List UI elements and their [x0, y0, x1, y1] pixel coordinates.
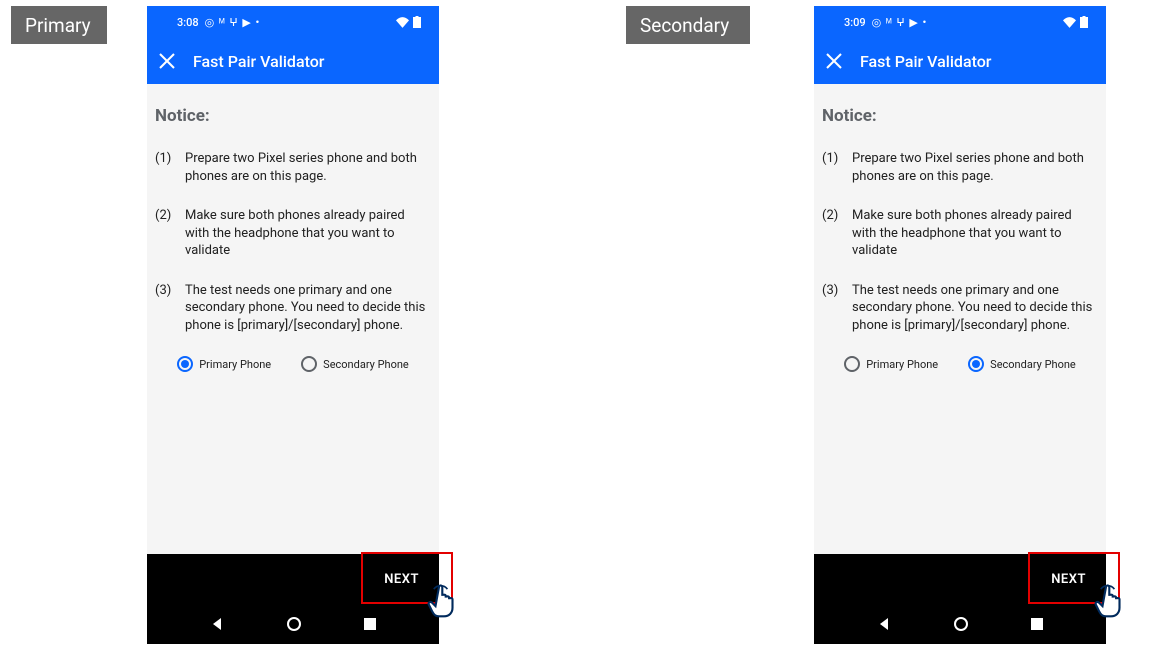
nav-home-icon[interactable] — [954, 617, 968, 631]
phone-screen: 3:08 ◎ ᴹ ⵖ ▶ • Fast Pair Validator Notic… — [147, 6, 439, 644]
notice-text: The test needs one primary and one secon… — [852, 282, 1098, 335]
notice-item: (3) The test needs one primary and one s… — [822, 282, 1098, 335]
next-button[interactable]: NEXT — [364, 554, 439, 604]
bottom-action-bar: NEXT — [147, 554, 439, 604]
notice-list: (1) Prepare two Pixel series phone and b… — [155, 150, 431, 334]
app-bar: Fast Pair Validator — [814, 38, 1106, 84]
app-title: Fast Pair Validator — [860, 52, 991, 71]
notice-text: Prepare two Pixel series phone and both … — [185, 150, 431, 185]
radio-button-icon — [301, 356, 317, 372]
battery-icon — [413, 16, 421, 28]
battery-icon — [1080, 16, 1088, 28]
notice-number: (1) — [822, 150, 842, 185]
close-icon[interactable] — [826, 53, 842, 69]
wifi-icon — [1063, 17, 1076, 28]
nav-recents-icon[interactable] — [1031, 618, 1043, 630]
nav-back-icon[interactable] — [210, 617, 224, 631]
notice-number: (3) — [155, 282, 175, 335]
notice-item: (2) Make sure both phones already paired… — [822, 207, 1098, 260]
status-time: 3:08 — [177, 16, 199, 29]
radio-secondary-phone[interactable]: Secondary Phone — [968, 356, 1076, 372]
notice-item: (1) Prepare two Pixel series phone and b… — [155, 150, 431, 185]
bottom-action-bar: NEXT — [814, 554, 1106, 604]
radio-button-icon — [177, 356, 193, 372]
nav-recents-icon[interactable] — [364, 618, 376, 630]
close-icon[interactable] — [159, 53, 175, 69]
next-button-label: NEXT — [384, 572, 419, 587]
status-right-icons — [1063, 16, 1088, 28]
radio-group: Primary Phone Secondary Phone — [155, 356, 431, 372]
notice-text: Prepare two Pixel series phone and both … — [852, 150, 1098, 185]
status-right-icons — [396, 16, 421, 28]
radio-label: Secondary Phone — [990, 358, 1076, 371]
notice-list: (1) Prepare two Pixel series phone and b… — [822, 150, 1098, 334]
notice-number: (3) — [822, 282, 842, 335]
notice-text: Make sure both phones already paired wit… — [185, 207, 431, 260]
status-bar: 3:09 ◎ ᴹ ⵖ ▶ • — [814, 6, 1106, 38]
radio-primary-phone[interactable]: Primary Phone — [177, 356, 271, 372]
status-bar: 3:08 ◎ ᴹ ⵖ ▶ • — [147, 6, 439, 38]
phone-secondary: 3:09 ◎ ᴹ ⵖ ▶ • Fast Pair Validator Notic… — [814, 6, 1106, 644]
notice-number: (2) — [155, 207, 175, 260]
app-bar: Fast Pair Validator — [147, 38, 439, 84]
notice-text: Make sure both phones already paired wit… — [852, 207, 1098, 260]
radio-button-icon — [968, 356, 984, 372]
radio-label: Primary Phone — [866, 358, 938, 371]
device-label-primary: Primary — [11, 6, 107, 44]
wifi-icon — [396, 17, 409, 28]
notice-text: The test needs one primary and one secon… — [185, 282, 431, 335]
android-nav-bar — [814, 604, 1106, 644]
status-left: 3:08 ◎ ᴹ ⵖ ▶ • — [177, 16, 260, 29]
notice-heading: Notice: — [155, 106, 431, 126]
status-time: 3:09 — [844, 16, 866, 29]
notice-number: (1) — [155, 150, 175, 185]
next-button[interactable]: NEXT — [1031, 554, 1106, 604]
radio-label: Primary Phone — [199, 358, 271, 371]
radio-secondary-phone[interactable]: Secondary Phone — [301, 356, 409, 372]
device-label-secondary: Secondary — [626, 6, 750, 44]
android-nav-bar — [147, 604, 439, 644]
status-notification-icons: ◎ ᴹ ⵖ ▶ • — [872, 16, 928, 29]
radio-group: Primary Phone Secondary Phone — [822, 356, 1098, 372]
device-label-secondary-text: Secondary — [640, 14, 729, 37]
nav-back-icon[interactable] — [877, 617, 891, 631]
notice-heading: Notice: — [822, 106, 1098, 126]
device-label-primary-text: Primary — [25, 14, 91, 37]
notice-item: (2) Make sure both phones already paired… — [155, 207, 431, 260]
next-button-label: NEXT — [1051, 572, 1086, 587]
notice-number: (2) — [822, 207, 842, 260]
status-left: 3:09 ◎ ᴹ ⵖ ▶ • — [844, 16, 927, 29]
status-notification-icons: ◎ ᴹ ⵖ ▶ • — [205, 16, 261, 29]
notice-item: (1) Prepare two Pixel series phone and b… — [822, 150, 1098, 185]
radio-primary-phone[interactable]: Primary Phone — [844, 356, 938, 372]
radio-button-icon — [844, 356, 860, 372]
radio-label: Secondary Phone — [323, 358, 409, 371]
phone-screen: 3:09 ◎ ᴹ ⵖ ▶ • Fast Pair Validator Notic… — [814, 6, 1106, 644]
nav-home-icon[interactable] — [287, 617, 301, 631]
notice-item: (3) The test needs one primary and one s… — [155, 282, 431, 335]
content-area: Notice: (1) Prepare two Pixel series pho… — [147, 84, 439, 554]
phone-primary: 3:08 ◎ ᴹ ⵖ ▶ • Fast Pair Validator Notic… — [147, 6, 439, 644]
content-area: Notice: (1) Prepare two Pixel series pho… — [814, 84, 1106, 554]
app-title: Fast Pair Validator — [193, 52, 324, 71]
